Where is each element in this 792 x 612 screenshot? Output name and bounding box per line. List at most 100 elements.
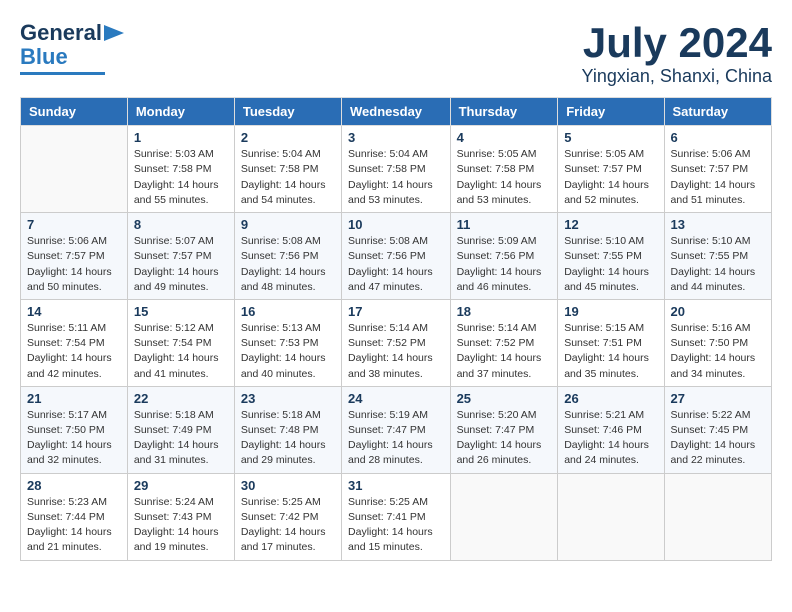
logo-general: General: [20, 20, 102, 46]
calendar-header-row: Sunday Monday Tuesday Wednesday Thursday…: [21, 98, 772, 126]
day-info: Sunrise: 5:23 AM Sunset: 7:44 PM Dayligh…: [27, 495, 121, 556]
table-row: 18 Sunrise: 5:14 AM Sunset: 7:52 PM Dayli…: [450, 299, 558, 386]
calendar-week-row: 21 Sunrise: 5:17 AM Sunset: 7:50 PM Dayli…: [21, 386, 772, 473]
title-block: July 2024 Yingxian, Shanxi, China: [582, 20, 772, 87]
day-info: Sunrise: 5:16 AM Sunset: 7:50 PM Dayligh…: [671, 321, 765, 382]
col-monday: Monday: [127, 98, 234, 126]
table-row: 8 Sunrise: 5:07 AM Sunset: 7:57 PM Daylig…: [127, 213, 234, 300]
day-info: Sunrise: 5:09 AM Sunset: 7:56 PM Dayligh…: [457, 234, 552, 295]
day-number: 22: [134, 391, 228, 406]
calendar-week-row: 7 Sunrise: 5:06 AM Sunset: 7:57 PM Daylig…: [21, 213, 772, 300]
day-number: 1: [134, 130, 228, 145]
day-info: Sunrise: 5:03 AM Sunset: 7:58 PM Dayligh…: [134, 147, 228, 208]
calendar-week-row: 28 Sunrise: 5:23 AM Sunset: 7:44 PM Dayli…: [21, 473, 772, 560]
col-tuesday: Tuesday: [234, 98, 341, 126]
calendar-week-row: 1 Sunrise: 5:03 AM Sunset: 7:58 PM Daylig…: [21, 126, 772, 213]
col-thursday: Thursday: [450, 98, 558, 126]
table-row: 31Sunrise: 5:25 AM Sunset: 7:41 PM Dayli…: [342, 473, 451, 560]
day-number: 26: [564, 391, 657, 406]
table-row: 29 Sunrise: 5:24 AM Sunset: 7:43 PM Dayli…: [127, 473, 234, 560]
table-row: [450, 473, 558, 560]
day-info: Sunrise: 5:10 AM Sunset: 7:55 PM Dayligh…: [564, 234, 657, 295]
table-row: 30 Sunrise: 5:25 AM Sunset: 7:42 PM Dayli…: [234, 473, 341, 560]
day-info: Sunrise: 5:12 AM Sunset: 7:54 PM Dayligh…: [134, 321, 228, 382]
table-row: 20Sunrise: 5:16 AM Sunset: 7:50 PM Dayli…: [664, 299, 771, 386]
calendar-title: July 2024: [582, 20, 772, 66]
col-saturday: Saturday: [664, 98, 771, 126]
col-wednesday: Wednesday: [342, 98, 451, 126]
day-number: 4: [457, 130, 552, 145]
day-info: Sunrise: 5:06 AM Sunset: 7:57 PM Dayligh…: [27, 234, 121, 295]
table-row: 11 Sunrise: 5:09 AM Sunset: 7:56 PM Dayli…: [450, 213, 558, 300]
day-number: 7: [27, 217, 121, 232]
table-row: 13 Sunrise: 5:10 AM Sunset: 7:55 PM Dayli…: [664, 213, 771, 300]
table-row: 23Sunrise: 5:18 AM Sunset: 7:48 PM Dayli…: [234, 386, 341, 473]
day-number: 28: [27, 478, 121, 493]
table-row: [21, 126, 128, 213]
table-row: 24 Sunrise: 5:19 AM Sunset: 7:47 PM Dayli…: [342, 386, 451, 473]
table-row: 21 Sunrise: 5:17 AM Sunset: 7:50 PM Dayli…: [21, 386, 128, 473]
day-info: Sunrise: 5:07 AM Sunset: 7:57 PM Dayligh…: [134, 234, 228, 295]
day-info: Sunrise: 5:25 AM Sunset: 7:42 PM Dayligh…: [241, 495, 335, 556]
day-number: 17: [348, 304, 444, 319]
day-info: Sunrise: 5:08 AM Sunset: 7:56 PM Dayligh…: [241, 234, 335, 295]
day-number: 6: [671, 130, 765, 145]
table-row: 17 Sunrise: 5:14 AM Sunset: 7:52 PM Dayli…: [342, 299, 451, 386]
day-number: 18: [457, 304, 552, 319]
table-row: 12 Sunrise: 5:10 AM Sunset: 7:55 PM Dayli…: [558, 213, 664, 300]
day-number: 16: [241, 304, 335, 319]
table-row: 14 Sunrise: 5:11 AM Sunset: 7:54 PM Dayli…: [21, 299, 128, 386]
day-info: Sunrise: 5:24 AM Sunset: 7:43 PM Dayligh…: [134, 495, 228, 556]
day-info: Sunrise: 5:10 AM Sunset: 7:55 PM Dayligh…: [671, 234, 765, 295]
day-info: Sunrise: 5:21 AM Sunset: 7:46 PM Dayligh…: [564, 408, 657, 469]
calendar-table: Sunday Monday Tuesday Wednesday Thursday…: [20, 97, 772, 560]
day-number: 13: [671, 217, 765, 232]
day-info: Sunrise: 5:04 AM Sunset: 7:58 PM Dayligh…: [348, 147, 444, 208]
table-row: 19Sunrise: 5:15 AM Sunset: 7:51 PM Dayli…: [558, 299, 664, 386]
table-row: 2Sunrise: 5:04 AM Sunset: 7:58 PM Daylig…: [234, 126, 341, 213]
table-row: 6 Sunrise: 5:06 AM Sunset: 7:57 PM Daylig…: [664, 126, 771, 213]
table-row: 1 Sunrise: 5:03 AM Sunset: 7:58 PM Daylig…: [127, 126, 234, 213]
day-info: Sunrise: 5:20 AM Sunset: 7:47 PM Dayligh…: [457, 408, 552, 469]
page-header: General Blue July 2024 Yingxian, Shanxi,…: [20, 20, 772, 87]
calendar-week-row: 14 Sunrise: 5:11 AM Sunset: 7:54 PM Dayli…: [21, 299, 772, 386]
day-number: 8: [134, 217, 228, 232]
day-info: Sunrise: 5:11 AM Sunset: 7:54 PM Dayligh…: [27, 321, 121, 382]
day-number: 31: [348, 478, 444, 493]
table-row: [558, 473, 664, 560]
day-number: 9: [241, 217, 335, 232]
day-info: Sunrise: 5:08 AM Sunset: 7:56 PM Dayligh…: [348, 234, 444, 295]
day-number: 3: [348, 130, 444, 145]
day-info: Sunrise: 5:17 AM Sunset: 7:50 PM Dayligh…: [27, 408, 121, 469]
table-row: 28 Sunrise: 5:23 AM Sunset: 7:44 PM Dayli…: [21, 473, 128, 560]
day-info: Sunrise: 5:18 AM Sunset: 7:49 PM Dayligh…: [134, 408, 228, 469]
day-info: Sunrise: 5:06 AM Sunset: 7:57 PM Dayligh…: [671, 147, 765, 208]
day-number: 12: [564, 217, 657, 232]
table-row: 25Sunrise: 5:20 AM Sunset: 7:47 PM Dayli…: [450, 386, 558, 473]
logo-arrow-icon: [104, 25, 124, 41]
logo: General Blue: [20, 20, 124, 75]
day-number: 24: [348, 391, 444, 406]
day-info: Sunrise: 5:05 AM Sunset: 7:58 PM Dayligh…: [457, 147, 552, 208]
day-number: 23: [241, 391, 335, 406]
day-number: 30: [241, 478, 335, 493]
day-number: 29: [134, 478, 228, 493]
day-info: Sunrise: 5:14 AM Sunset: 7:52 PM Dayligh…: [348, 321, 444, 382]
table-row: 5Sunrise: 5:05 AM Sunset: 7:57 PM Daylig…: [558, 126, 664, 213]
logo-underline: [20, 72, 105, 75]
col-sunday: Sunday: [21, 98, 128, 126]
table-row: 22 Sunrise: 5:18 AM Sunset: 7:49 PM Dayli…: [127, 386, 234, 473]
day-info: Sunrise: 5:14 AM Sunset: 7:52 PM Dayligh…: [457, 321, 552, 382]
day-number: 21: [27, 391, 121, 406]
table-row: 10Sunrise: 5:08 AM Sunset: 7:56 PM Dayli…: [342, 213, 451, 300]
day-number: 15: [134, 304, 228, 319]
day-info: Sunrise: 5:19 AM Sunset: 7:47 PM Dayligh…: [348, 408, 444, 469]
day-info: Sunrise: 5:22 AM Sunset: 7:45 PM Dayligh…: [671, 408, 765, 469]
table-row: 9 Sunrise: 5:08 AM Sunset: 7:56 PM Daylig…: [234, 213, 341, 300]
day-number: 2: [241, 130, 335, 145]
table-row: 4 Sunrise: 5:05 AM Sunset: 7:58 PM Daylig…: [450, 126, 558, 213]
day-number: 11: [457, 217, 552, 232]
day-number: 14: [27, 304, 121, 319]
calendar-location: Yingxian, Shanxi, China: [582, 66, 772, 87]
day-number: 5: [564, 130, 657, 145]
